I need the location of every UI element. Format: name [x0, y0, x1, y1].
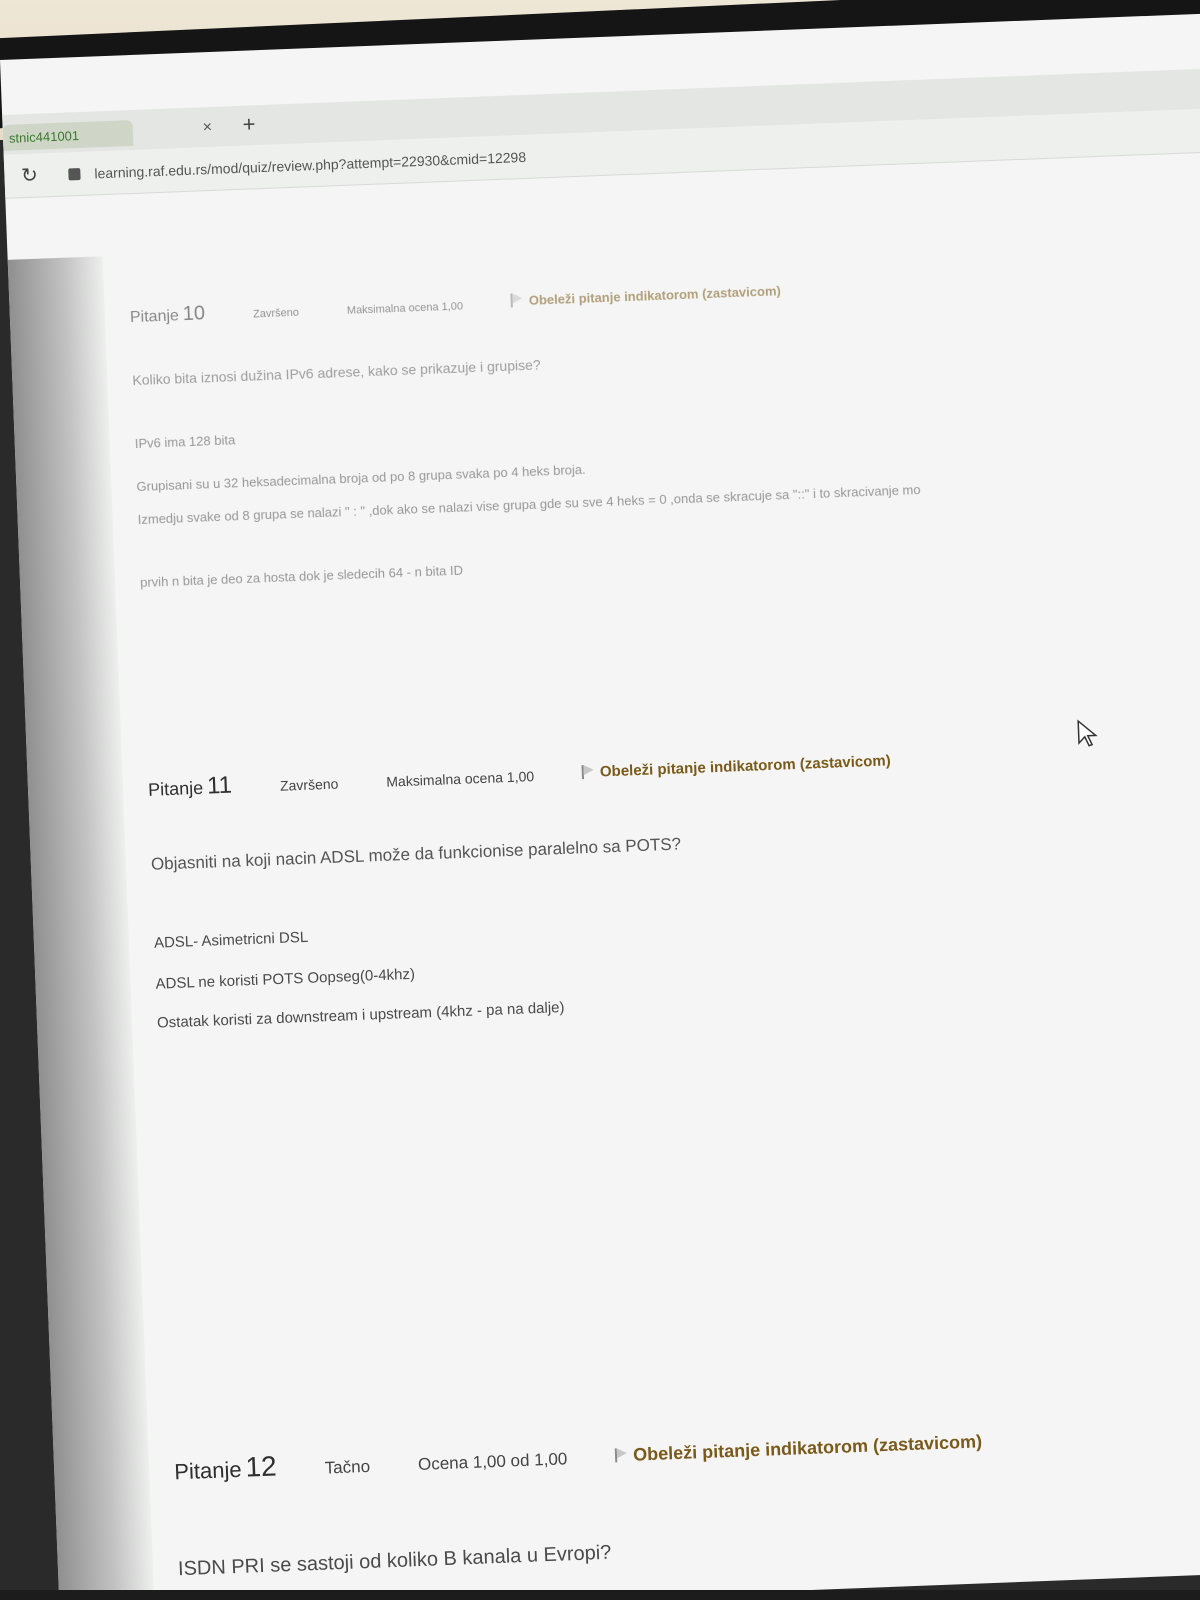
question-grade: Maksimalna ocena 1,00 [346, 300, 464, 317]
url-text[interactable]: learning.raf.edu.rs/mod/quiz/review.php?… [94, 148, 526, 181]
question-state: Tačno [324, 1456, 371, 1478]
flag-question-link[interactable]: Obeleži pitanje indikatorom (zastavicom) [510, 283, 781, 308]
question-header: Pitanje 11 Završeno Maksimalna ocena 1,00… [148, 746, 892, 803]
question-text: Objasniti na koji nacin ADSL može da fun… [150, 834, 682, 874]
lock-icon [68, 167, 81, 180]
question-11: Pitanje 11 Završeno Maksimalna ocena 1,00… [148, 746, 900, 1032]
question-text: ISDN PRI se sastoji od koliko B kanala u… [177, 1541, 612, 1581]
close-icon[interactable]: × [202, 119, 212, 137]
question-number: Pitanje 12 [173, 1450, 278, 1485]
question-header: Pitanje 10 Završeno Maksimalna ocena 1,00… [130, 275, 914, 328]
flag-question-link[interactable]: Obeleži pitanje indikatorom (zastavicom) [581, 752, 891, 781]
question-header: Pitanje 12 Tačno Ocena 1,00 od 1,00 Obele… [174, 1423, 983, 1486]
answer-line: IPv6 ima 128 bita [134, 432, 236, 452]
flag-icon [614, 1447, 628, 1463]
question-number: Pitanje 10 [129, 302, 206, 327]
question-12: Pitanje 12 Tačno Ocena 1,00 od 1,00 Obele… [174, 1423, 987, 1581]
question-number: Pitanje 11 [147, 771, 233, 800]
reload-icon[interactable]: ↻ [16, 162, 43, 189]
question-text: Koliko bita iznosi dužina IPv6 adrese, k… [132, 356, 541, 389]
question-grade: Ocena 1,00 od 1,00 [417, 1449, 568, 1474]
browser-tab[interactable]: stnic441001 [2, 119, 134, 151]
bottom-bezel [0, 1590, 1200, 1600]
flag-question-link[interactable]: Obeleži pitanje indikatorom (zastavicom) [614, 1431, 983, 1466]
browser-screen: stnic441001 × + ↻ learning.raf.edu.rs/mo… [0, 12, 1200, 1600]
question-10: Pitanje 10 Završeno Maksimalna ocena 1,00… [130, 275, 924, 590]
screen-edge-shadow [7, 256, 157, 1600]
flag-icon [510, 293, 524, 308]
new-tab-icon[interactable]: + [242, 111, 256, 137]
flag-icon [581, 764, 595, 780]
question-grade: Maksimalna ocena 1,00 [386, 768, 535, 790]
question-state: Završeno [279, 775, 339, 794]
answer-line: Ostatak koristi za downstream i upstream… [156, 999, 565, 1032]
tab-label: stnic441001 [8, 127, 80, 146]
answer-line: ADSL- Asimetricni DSL [153, 928, 309, 952]
answer-line: prvih n bita je deo za hosta dok je sled… [139, 562, 464, 590]
question-state: Završeno [252, 306, 300, 321]
answer-line: ADSL ne koristi POTS Oopseg(0-4khz) [155, 965, 416, 993]
